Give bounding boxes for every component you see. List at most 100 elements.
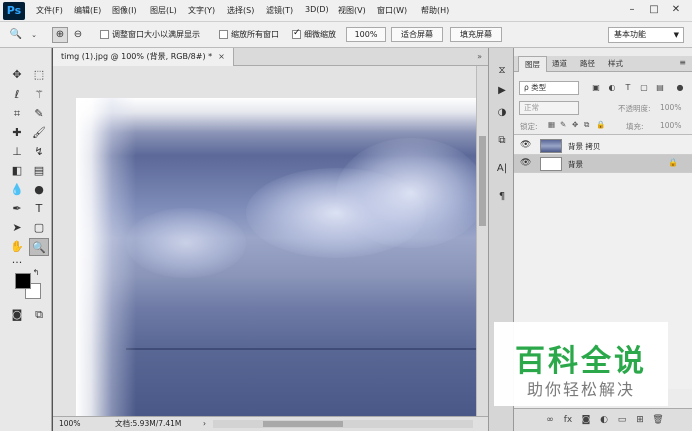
fit-screen-button[interactable]: 适合屏幕 xyxy=(391,27,443,42)
lock-position-icon[interactable]: ✥ xyxy=(572,120,578,129)
document-tab[interactable]: timg (1).jpg @ 100% (背景, RGB/8#) * × xyxy=(53,48,234,66)
pixel-filter-icon[interactable]: ▣ xyxy=(590,82,602,94)
tab-layers[interactable]: 图层 xyxy=(518,56,547,72)
menu-file[interactable]: 文件(F) xyxy=(36,5,63,16)
healing-brush-tool-icon[interactable]: ✚ xyxy=(7,124,27,142)
scrollbar-thumb[interactable] xyxy=(263,421,343,427)
type-tool-icon[interactable]: T xyxy=(29,200,49,218)
shape-tool-icon[interactable]: ▢ xyxy=(29,219,49,237)
lock-pixels-icon[interactable]: ▦ xyxy=(548,120,555,129)
paragraph-panel-icon[interactable]: ¶ xyxy=(493,188,511,206)
visibility-eye-icon[interactable]: 👁 xyxy=(520,158,531,168)
path-selection-tool-icon[interactable]: ➤ xyxy=(7,219,27,237)
zoom-value-button[interactable]: 100% xyxy=(346,27,386,42)
link-layers-icon[interactable]: ∞ xyxy=(544,414,556,426)
scrollbar-thumb[interactable] xyxy=(479,136,486,226)
clone-stamp-tool-icon[interactable]: ⊥ xyxy=(7,143,27,161)
blend-mode-select[interactable]: 正常 xyxy=(519,101,579,115)
shape-filter-icon[interactable]: ▢ xyxy=(638,82,650,94)
maximize-button[interactable]: □ xyxy=(646,2,662,18)
move-tool-icon[interactable]: ✥ xyxy=(7,66,27,84)
menu-edit[interactable]: 编辑(E) xyxy=(74,5,101,16)
more-tools-icon[interactable]: ··· xyxy=(7,254,27,272)
filter-toggle-icon[interactable]: ● xyxy=(674,82,686,94)
zoom-tool-icon[interactable]: 🔍 xyxy=(29,238,49,256)
lock-all-icon[interactable]: 🔒 xyxy=(596,120,605,129)
delete-layer-icon[interactable]: 🗑 xyxy=(652,414,664,426)
layer-name[interactable]: 背景 xyxy=(568,159,583,170)
lasso-tool-icon[interactable]: ℓ xyxy=(7,86,27,104)
lock-artboard-icon[interactable]: ⧉ xyxy=(584,120,589,130)
horizontal-scrollbar[interactable] xyxy=(213,420,473,428)
new-group-icon[interactable]: ▭ xyxy=(616,414,628,426)
layer-row[interactable]: 👁 背景 🔒 xyxy=(514,155,692,173)
chevron-down-icon[interactable]: ⌄ xyxy=(26,27,42,43)
actions-panel-icon[interactable]: ▶ xyxy=(493,82,511,100)
tab-channels[interactable]: 通道 xyxy=(546,56,573,72)
smart-object-filter-icon[interactable]: ▤ xyxy=(654,82,666,94)
eraser-tool-icon[interactable]: ◧ xyxy=(7,162,27,180)
history-brush-tool-icon[interactable]: ↯ xyxy=(29,143,49,161)
visibility-eye-icon[interactable]: 👁 xyxy=(520,140,531,150)
tab-styles[interactable]: 样式 xyxy=(602,56,629,72)
menu-window[interactable]: 窗口(W) xyxy=(377,5,407,16)
fill-value[interactable]: 100% xyxy=(660,121,681,130)
menu-layer[interactable]: 图层(L) xyxy=(150,5,177,16)
type-filter-icon[interactable]: T xyxy=(622,82,634,94)
filter-kind-select[interactable]: ρ 类型 xyxy=(519,81,579,95)
workspace-select[interactable]: 基本功能 ▼ xyxy=(608,27,684,43)
tab-overflow-icon[interactable]: » xyxy=(477,52,482,61)
menu-image[interactable]: 图像(I) xyxy=(112,5,137,16)
adjustment-filter-icon[interactable]: ◐ xyxy=(606,82,618,94)
menu-view[interactable]: 视图(V) xyxy=(338,5,366,16)
layer-style-icon[interactable]: fx xyxy=(562,414,574,426)
close-icon[interactable]: × xyxy=(218,52,225,61)
character-panel-icon[interactable]: A| xyxy=(493,160,511,178)
menu-3d[interactable]: 3D(D) xyxy=(305,5,329,14)
zoom-in-icon[interactable]: ⊕ xyxy=(52,27,68,43)
quick-mask-icon[interactable]: ◙ xyxy=(7,306,27,324)
adjustment-layer-icon[interactable]: ◐ xyxy=(598,414,610,426)
clone-source-panel-icon[interactable]: ⧉ xyxy=(493,132,511,150)
tab-paths[interactable]: 路径 xyxy=(574,56,601,72)
brush-tool-icon[interactable]: 🖌 xyxy=(29,124,49,142)
magic-wand-tool-icon[interactable]: ⚚ xyxy=(29,86,49,104)
menu-filter[interactable]: 滤镜(T) xyxy=(266,5,293,16)
new-layer-icon[interactable]: ⊞ xyxy=(634,414,646,426)
eyedropper-tool-icon[interactable]: ✎ xyxy=(29,105,49,123)
close-window-button[interactable]: ✕ xyxy=(668,2,684,18)
blur-tool-icon[interactable]: 💧 xyxy=(7,181,27,199)
fill-screen-button[interactable]: 填充屏幕 xyxy=(450,27,502,42)
opacity-value[interactable]: 100% xyxy=(660,103,681,112)
pen-tool-icon[interactable]: ✒ xyxy=(7,200,27,218)
zoom-tool-preset-icon[interactable]: 🔍 xyxy=(8,27,24,43)
layer-name[interactable]: 背景 拷贝 xyxy=(568,141,600,152)
foreground-color-swatch[interactable] xyxy=(15,273,31,289)
status-menu-icon[interactable]: › xyxy=(203,417,206,431)
status-zoom-value[interactable]: 100% xyxy=(59,417,80,431)
panel-menu-icon[interactable]: ≡ xyxy=(679,58,686,67)
screen-mode-icon[interactable]: ⧉ xyxy=(29,306,49,324)
swap-colors-icon[interactable]: ↰ xyxy=(29,268,43,278)
canvas-workspace[interactable] xyxy=(53,66,476,416)
history-panel-icon[interactable]: ⧖ xyxy=(493,62,511,80)
crop-tool-icon[interactable]: ⌗ xyxy=(7,105,27,123)
lock-image-icon[interactable]: ✎ xyxy=(560,120,566,129)
vertical-scrollbar[interactable] xyxy=(476,66,488,416)
zoom-all-windows-checkbox[interactable] xyxy=(219,30,228,39)
resize-windows-checkbox[interactable] xyxy=(100,30,109,39)
dodge-tool-icon[interactable]: ● xyxy=(29,181,49,199)
marquee-tool-icon[interactable]: ⬚ xyxy=(29,66,49,84)
minimize-button[interactable]: – xyxy=(624,2,640,18)
zoom-out-icon[interactable]: ⊖ xyxy=(70,27,86,43)
add-mask-icon[interactable]: ◙ xyxy=(580,414,592,426)
gradient-tool-icon[interactable]: ▤ xyxy=(29,162,49,180)
edge-fade-top xyxy=(76,98,476,156)
document-canvas[interactable] xyxy=(76,98,476,416)
scrubby-zoom-checkbox[interactable] xyxy=(292,28,301,39)
layer-row[interactable]: 👁 背景 拷贝 xyxy=(514,137,692,155)
menu-select[interactable]: 选择(S) xyxy=(227,5,254,16)
adjustments-panel-icon[interactable]: ◑ xyxy=(493,104,511,122)
menu-type[interactable]: 文字(Y) xyxy=(188,5,215,16)
menu-help[interactable]: 帮助(H) xyxy=(421,5,449,16)
